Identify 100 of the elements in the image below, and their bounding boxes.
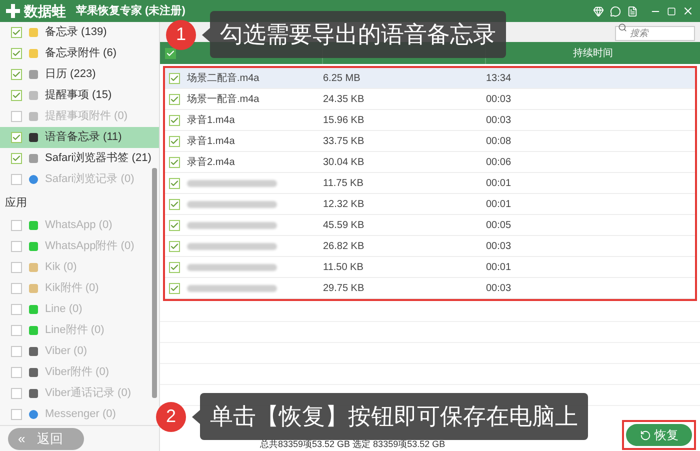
recover-button[interactable]: 恢复 bbox=[626, 424, 692, 446]
checkbox[interactable] bbox=[168, 240, 180, 252]
item-label: Safari浏览器书签 (21) bbox=[45, 150, 152, 166]
file-size: 11.50 KB bbox=[323, 260, 364, 274]
file-size: 12.32 KB bbox=[323, 198, 366, 212]
duration: 00:01 bbox=[486, 260, 512, 274]
item-label: 备忘录 (139) bbox=[45, 24, 107, 40]
file-name: 录音1.m4a bbox=[187, 134, 235, 148]
duration: 00:03 bbox=[486, 240, 512, 254]
check-icon bbox=[166, 48, 174, 58]
duration: 00:01 bbox=[486, 198, 512, 212]
sidebar-item[interactable]: 日历 (223) bbox=[0, 64, 159, 85]
check-icon bbox=[170, 136, 178, 146]
search-field[interactable]: 搜索 bbox=[615, 26, 695, 40]
chat-icon bbox=[29, 221, 38, 230]
check-icon bbox=[12, 133, 21, 142]
checkbox[interactable] bbox=[168, 94, 180, 104]
voice-icon bbox=[29, 133, 38, 142]
note-icon bbox=[29, 49, 38, 58]
checkbox[interactable] bbox=[168, 178, 180, 188]
close-icon[interactable] bbox=[682, 5, 694, 17]
item-label: Safari浏览记录 (0) bbox=[45, 172, 134, 188]
duration: 00:01 bbox=[486, 176, 512, 190]
file-name: 录音2.m4a bbox=[187, 156, 235, 170]
file-size: 24.35 KB bbox=[323, 92, 366, 106]
document-icon[interactable] bbox=[627, 6, 638, 16]
item-label: Kik (0) bbox=[45, 260, 77, 276]
phone-icon bbox=[29, 368, 38, 377]
check-icon bbox=[170, 178, 178, 188]
checkbox[interactable] bbox=[11, 90, 22, 101]
duration: 00:06 bbox=[486, 156, 512, 170]
item-label: Kik附件 (0) bbox=[45, 281, 99, 296]
sidebar-item[interactable]: 备忘录附件 (6) bbox=[0, 43, 159, 64]
chat-icon bbox=[29, 305, 38, 314]
sidebar-item[interactable]: 提醒事项 (15) bbox=[0, 85, 159, 106]
checkbox[interactable] bbox=[168, 220, 180, 230]
window-title: 苹果恢复专家 (未注册) bbox=[76, 4, 186, 19]
checkbox[interactable] bbox=[168, 282, 180, 294]
check-icon bbox=[170, 74, 178, 82]
step-tooltip: 勾选需要导出的语音备忘录 bbox=[210, 11, 506, 58]
restore-icon bbox=[640, 430, 650, 440]
item-label: Line附件 (0) bbox=[45, 323, 104, 338]
file-size: 6.25 MB bbox=[323, 72, 362, 86]
duration: 00:05 bbox=[486, 218, 512, 232]
checkbox[interactable] bbox=[11, 153, 22, 164]
check-icon bbox=[170, 116, 178, 124]
globe-icon bbox=[29, 410, 38, 419]
checkbox[interactable] bbox=[168, 114, 180, 126]
column-header[interactable]: 持续时间 bbox=[573, 46, 613, 60]
checkbox[interactable] bbox=[168, 156, 180, 168]
check-icon bbox=[170, 94, 178, 104]
gem-icon[interactable] bbox=[593, 6, 604, 16]
check-icon bbox=[12, 154, 21, 163]
sidebar-item[interactable]: 备忘录 (139) bbox=[0, 22, 159, 43]
check-icon bbox=[170, 220, 178, 230]
item-label: Viber (0) bbox=[45, 344, 87, 360]
sidebar-item[interactable]: 语音备忘录 (11) bbox=[0, 127, 159, 148]
file-size: 45.59 KB bbox=[323, 218, 366, 232]
file-name: 场景一配音.m4a bbox=[187, 92, 260, 106]
check-icon bbox=[12, 28, 21, 37]
checkbox[interactable] bbox=[168, 262, 180, 272]
sidebar-item[interactable]: Safari浏览器书签 (21) bbox=[0, 148, 159, 169]
checkbox[interactable] bbox=[168, 198, 180, 210]
duration: 00:03 bbox=[486, 114, 512, 128]
checkbox[interactable] bbox=[11, 27, 22, 38]
check-icon bbox=[12, 70, 21, 79]
file-size: 29.75 KB bbox=[323, 282, 366, 296]
check-icon bbox=[170, 158, 178, 166]
check-icon bbox=[170, 242, 178, 250]
bookmark-icon bbox=[29, 154, 38, 163]
checkbox[interactable] bbox=[11, 132, 22, 143]
note-icon bbox=[29, 28, 38, 37]
duration: 00:03 bbox=[486, 282, 512, 296]
chat-icon bbox=[29, 326, 38, 335]
item-label: 提醒事项 (15) bbox=[45, 88, 112, 104]
duration: 13:34 bbox=[486, 72, 512, 86]
check-icon bbox=[12, 49, 21, 58]
checkbox[interactable] bbox=[168, 136, 180, 146]
duration: 00:08 bbox=[486, 134, 512, 148]
item-label: WhatsApp (0) bbox=[45, 218, 112, 234]
chat-icon[interactable] bbox=[610, 6, 621, 16]
item-label: Viber通话记录 (0) bbox=[45, 386, 131, 402]
file-name: 场景二配音.m4a bbox=[187, 72, 260, 86]
item-label: WhatsApp附件 (0) bbox=[45, 239, 134, 254]
item-label: 备忘录附件 (6) bbox=[45, 46, 116, 62]
maximize-icon[interactable] bbox=[667, 6, 676, 16]
phone-icon bbox=[29, 347, 38, 356]
checkbox[interactable] bbox=[168, 72, 180, 84]
item-label: 日历 (223) bbox=[45, 67, 96, 82]
checkbox[interactable] bbox=[11, 69, 22, 80]
checkbox[interactable] bbox=[11, 48, 22, 59]
reminder-icon bbox=[29, 91, 38, 100]
check-icon bbox=[170, 284, 178, 292]
step-number-badge: 2 bbox=[156, 402, 186, 432]
file-size: 11.75 KB bbox=[323, 176, 364, 190]
search-icon bbox=[618, 23, 627, 32]
table-row[interactable]: 场景二配音.m4a 6.25 MB 13:34 bbox=[165, 68, 695, 89]
scrollbar-thumb[interactable] bbox=[152, 168, 157, 398]
calendar-icon bbox=[29, 70, 38, 79]
checkbox[interactable] bbox=[164, 48, 176, 58]
